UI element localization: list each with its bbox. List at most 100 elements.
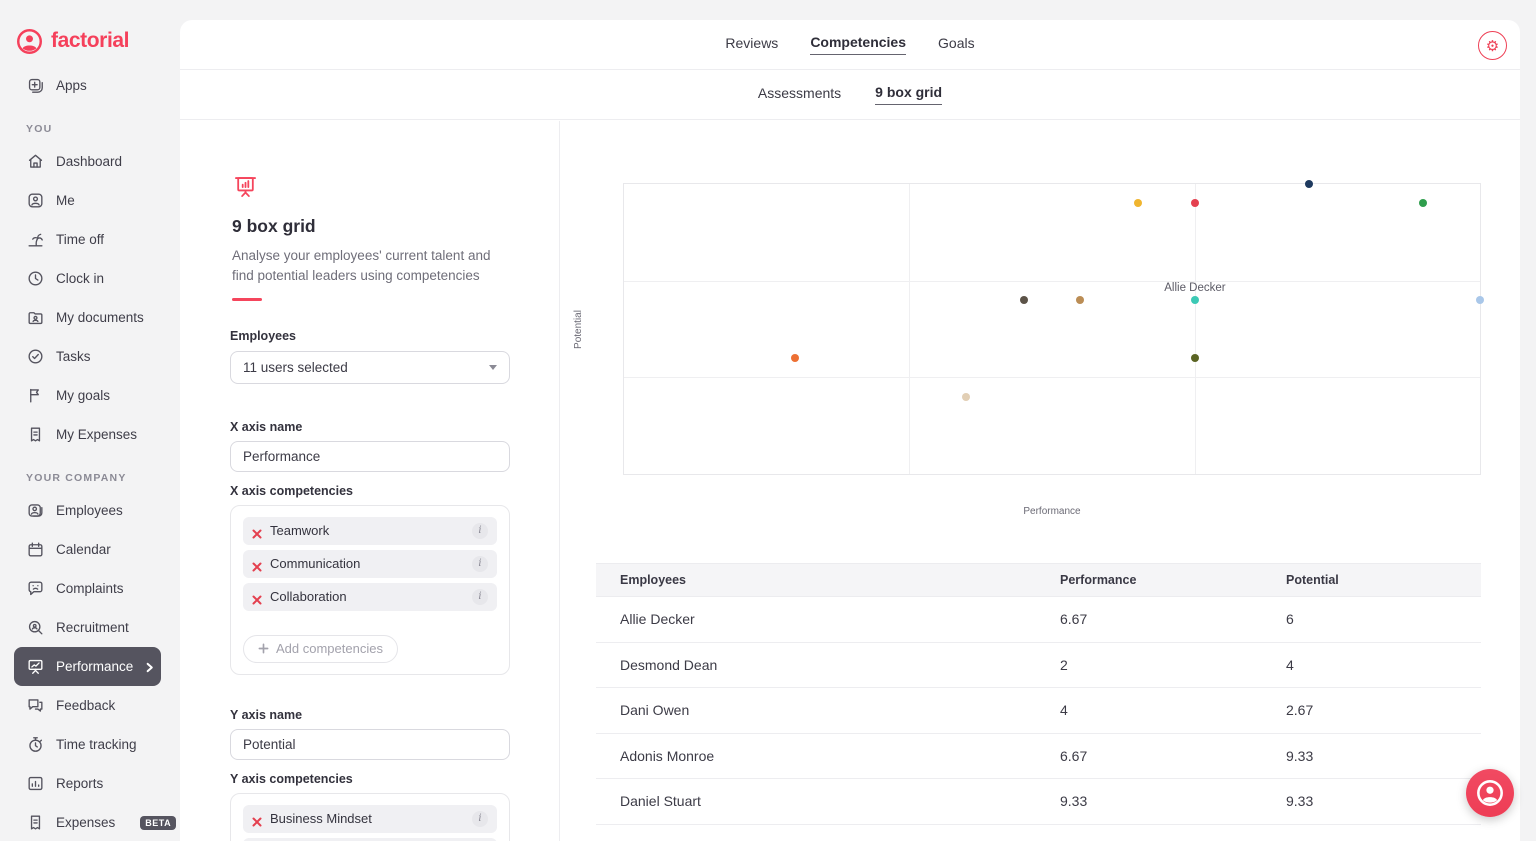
sidebar-item-label: Dashboard: [56, 154, 123, 169]
sidebar-item-time-tracking[interactable]: Time tracking: [0, 725, 180, 764]
scatter-point[interactable]: [962, 392, 971, 401]
remove-icon[interactable]: [252, 526, 262, 536]
tab-9-box-grid[interactable]: 9 box grid: [875, 84, 943, 105]
sidebar-item-label: Reports: [56, 776, 104, 791]
performance-value: 4: [1060, 702, 1068, 719]
employees-select[interactable]: 11 users selected: [230, 350, 510, 384]
employees-select-value: 11 users selected: [243, 359, 348, 375]
competency-pill[interactable]: Teamwork i: [243, 516, 497, 545]
sidebar-item-feedback[interactable]: Feedback: [0, 686, 180, 725]
add-competencies-button[interactable]: Add competencies: [243, 634, 398, 663]
scatter-point[interactable]: [1476, 296, 1484, 304]
table-row: Allie Decker 6.67 6: [596, 597, 1481, 643]
sidebar: factorial Apps YOU Dashboard Me Time off…: [0, 0, 180, 841]
scatter-point[interactable]: Allie Decker: [1164, 282, 1226, 304]
scatter-point[interactable]: [1190, 354, 1199, 362]
factorial-logo-icon: [16, 28, 43, 55]
scatter-point[interactable]: [1190, 199, 1199, 208]
x-axis-title: Performance: [1023, 506, 1081, 517]
support-chat-button[interactable]: [1466, 769, 1514, 817]
y-axis-title: Potential: [572, 309, 584, 349]
sidebar-item-recruitment[interactable]: Recruitment: [0, 608, 180, 647]
grid-line: [1194, 184, 1196, 474]
x-axis-name-input[interactable]: [230, 440, 510, 472]
sidebar-item-employees[interactable]: Employees: [0, 491, 180, 530]
y-axis-competencies-card: Business Mindset i Opportunity Generatio…: [230, 792, 510, 841]
sidebar-item-my-documents[interactable]: My documents: [0, 298, 180, 337]
page-title: 9 box grid: [232, 216, 316, 236]
column-header-performance: Performance: [1060, 573, 1137, 587]
tab-competencies[interactable]: Competencies: [810, 34, 907, 55]
y-axis-name-input[interactable]: [230, 728, 510, 760]
scatter-point[interactable]: [791, 354, 800, 362]
table-row-clipped: [596, 824, 1481, 841]
competency-pill[interactable]: Collaboration i: [243, 582, 497, 611]
tab-goals[interactable]: Goals: [938, 35, 975, 55]
employees-table: Employees Performance Potential Allie De…: [596, 563, 1481, 841]
sidebar-item-dashboard[interactable]: Dashboard: [0, 142, 180, 181]
sidebar-item-me[interactable]: Me: [0, 181, 180, 220]
scatter-point[interactable]: [1418, 199, 1427, 208]
page-description: Analyse your employees' current talent a…: [232, 248, 491, 283]
sidebar-item-tasks[interactable]: Tasks: [0, 337, 180, 376]
scatter-point[interactable]: [1133, 199, 1142, 208]
competency-pill[interactable]: Communication i: [243, 549, 497, 578]
sidebar-item-time-off[interactable]: Time off: [0, 220, 180, 259]
competency-label: Collaboration: [270, 589, 347, 604]
sidebar-item-my-expenses[interactable]: My Expenses: [0, 415, 180, 454]
info-icon[interactable]: i: [472, 555, 488, 572]
sidebar-item-apps[interactable]: Apps: [0, 66, 180, 105]
accent-divider: [232, 298, 262, 301]
info-icon[interactable]: i: [472, 588, 488, 605]
grid-line: [624, 377, 1480, 379]
sidebar-item-label: My documents: [56, 310, 144, 325]
y-axis-competencies-label: Y axis competencies: [230, 771, 353, 786]
competency-pill[interactable]: Business Mindset i: [243, 804, 497, 833]
sidebar-item-label: My goals: [56, 388, 111, 403]
table-row: Desmond Dean 2 4: [596, 642, 1481, 688]
employee-name: Daniel Stuart: [620, 793, 701, 810]
sidebar-item-expenses[interactable]: Expenses BETA: [0, 803, 180, 841]
remove-icon[interactable]: [252, 559, 262, 569]
employee-name: Allie Decker: [620, 611, 695, 628]
content-area: 9 box grid Analyse your employees' curre…: [180, 121, 1520, 841]
scatter-point[interactable]: [1019, 296, 1028, 304]
performance-value: 6.67: [1060, 611, 1088, 628]
top-tab-bar: Reviews Competencies Goals ⚙: [180, 20, 1520, 70]
potential-value: 9.33: [1286, 793, 1314, 810]
x-axis-competencies-label: X axis competencies: [230, 483, 353, 498]
competency-pill[interactable]: Opportunity Generation i: [243, 837, 497, 841]
x-axis-competencies-card: Teamwork i Communication i Collaboration…: [230, 504, 510, 675]
stopwatch-icon: [26, 735, 45, 754]
sidebar-item-calendar[interactable]: Calendar: [0, 530, 180, 569]
calendar-icon: [26, 540, 45, 559]
tab-assessments[interactable]: Assessments: [758, 85, 841, 105]
tab-reviews[interactable]: Reviews: [725, 35, 778, 55]
sidebar-item-performance[interactable]: Performance: [14, 647, 161, 686]
sidebar-item-clock-in[interactable]: Clock in: [0, 259, 180, 298]
scatter-point[interactable]: [1304, 180, 1313, 188]
y-axis-name-label: Y axis name: [230, 707, 303, 722]
info-icon[interactable]: i: [472, 522, 488, 539]
scatter-point[interactable]: [1076, 296, 1085, 304]
sidebar-item-label: Time tracking: [56, 737, 137, 752]
potential-value: 6: [1286, 611, 1294, 628]
sidebar-item-reports[interactable]: Reports: [0, 764, 180, 803]
sidebar-item-complaints[interactable]: Complaints: [0, 569, 180, 608]
factorial-logo[interactable]: factorial: [0, 0, 180, 54]
sidebar-item-label: Apps: [56, 78, 87, 93]
employee-name: Desmond Dean: [620, 656, 718, 673]
apps-icon: [26, 76, 45, 95]
competency-label: Communication: [270, 556, 361, 571]
chevron-right-icon: [144, 661, 155, 672]
grid-config-panel: 9 box grid Analyse your employees' curre…: [180, 121, 560, 841]
info-icon[interactable]: i: [472, 810, 488, 827]
employee-name: Adonis Monroe: [620, 747, 715, 764]
chevron-down-icon: [489, 364, 497, 370]
sidebar-item-label: Time off: [56, 232, 105, 247]
sidebar-section-you: YOU: [26, 123, 53, 135]
remove-icon[interactable]: [252, 814, 262, 824]
sidebar-item-my-goals[interactable]: My goals: [0, 376, 180, 415]
remove-icon[interactable]: [252, 592, 262, 602]
settings-gear-icon[interactable]: ⚙: [1478, 31, 1507, 60]
